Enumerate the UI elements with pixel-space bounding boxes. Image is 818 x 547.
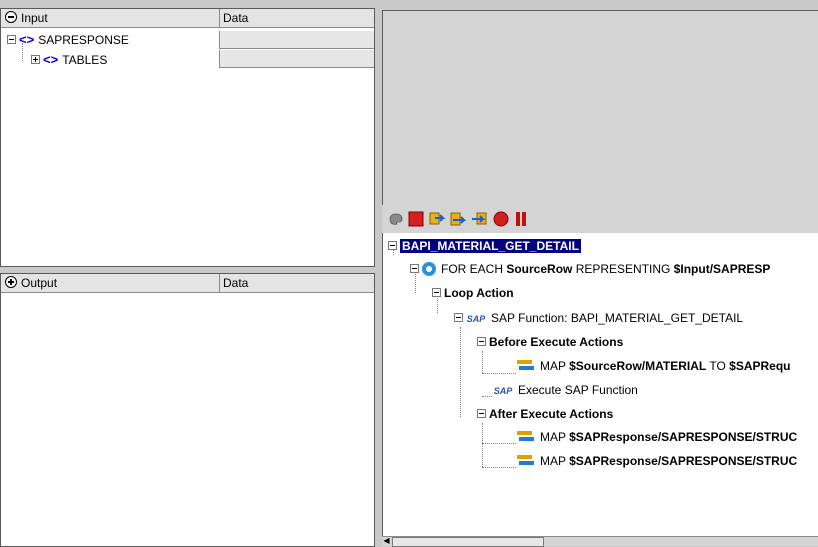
output-column-header[interactable]: Output: [5, 274, 205, 292]
expand-toggle-icon[interactable]: [31, 55, 40, 64]
output-data-column-header[interactable]: Data: [219, 274, 374, 292]
scroll-left-icon[interactable]: ◀: [382, 537, 391, 545]
flow-root[interactable]: BAPI_MATERIAL_GET_DETAIL: [388, 237, 581, 255]
stop-icon[interactable]: [408, 211, 424, 227]
flow-execute-sap[interactable]: SAP Execute SAP Function: [493, 381, 638, 399]
flow-after-execute[interactable]: After Execute Actions: [477, 405, 613, 423]
input-data-column-header[interactable]: Data: [219, 9, 374, 27]
tree-node-tables[interactable]: <> TABLES: [31, 51, 107, 69]
flow-map-material[interactable]: MAP $SourceRow/MATERIAL TO $SAPRequ: [517, 357, 791, 375]
tree-line: [482, 396, 492, 397]
flow-sap-function[interactable]: SAP SAP Function: BAPI_MATERIAL_GET_DETAI…: [454, 309, 743, 327]
collapse-toggle-icon[interactable]: [477, 337, 486, 346]
output-table-header: Output Data: [1, 274, 374, 293]
tree-node-sapresponse[interactable]: <> SAPRESPONSE: [7, 31, 129, 49]
collapse-toggle-icon[interactable]: [7, 35, 16, 44]
canvas-panel: [382, 10, 818, 206]
collapse-toggle-icon[interactable]: [454, 313, 463, 322]
map-icon: [517, 430, 535, 442]
step-into-icon[interactable]: [429, 211, 445, 227]
tree-line: [482, 423, 483, 467]
flow-foreach[interactable]: FOR EACH SourceRow REPRESENTING $Input/S…: [410, 260, 770, 278]
data-cell[interactable]: [219, 50, 374, 68]
step-out-icon[interactable]: [471, 211, 487, 227]
loop-icon: [422, 262, 436, 276]
element-brackets-icon: <>: [43, 52, 59, 67]
tree-line: [482, 351, 483, 373]
expand-circle-icon[interactable]: [5, 276, 17, 288]
tree-line: [460, 327, 461, 417]
record-icon[interactable]: [493, 211, 509, 227]
selected-node-label: BAPI_MATERIAL_GET_DETAIL: [400, 239, 581, 253]
sap-function-icon: SAP: [466, 314, 486, 324]
collapse-toggle-icon[interactable]: [477, 409, 486, 418]
palette-icon[interactable]: [388, 211, 404, 227]
output-pane: Output Data: [0, 273, 375, 547]
execute-sap-icon: SAP: [493, 386, 513, 396]
collapse-toggle-icon[interactable]: [388, 241, 397, 250]
step-over-icon[interactable]: [450, 211, 466, 227]
flow-map-response-2[interactable]: MAP $SAPResponse/SAPRESPONSE/STRUC: [517, 452, 797, 470]
flow-loop-action[interactable]: Loop Action: [432, 284, 514, 302]
tree-line: [482, 443, 516, 444]
input-table-header: Input Data: [1, 9, 374, 28]
collapse-circle-icon[interactable]: [5, 11, 17, 23]
tree-line: [22, 43, 23, 61]
tree-line: [482, 467, 516, 468]
debug-toolbar: [382, 205, 818, 233]
collapse-toggle-icon[interactable]: [432, 288, 441, 297]
data-cell[interactable]: [219, 31, 374, 49]
collapse-toggle-icon[interactable]: [410, 264, 419, 273]
pause-icon[interactable]: [513, 211, 529, 227]
map-icon: [517, 359, 535, 371]
flow-before-execute[interactable]: Before Execute Actions: [477, 333, 623, 351]
tree-line: [482, 373, 516, 374]
input-pane: Input Data <> SAPRESPONSE <> TABLES: [0, 8, 375, 267]
input-column-header[interactable]: Input: [5, 9, 205, 27]
map-icon: [517, 454, 535, 466]
flow-tree-pane: BAPI_MATERIAL_GET_DETAIL FOR EACH Source…: [382, 233, 818, 545]
flow-map-response-1[interactable]: MAP $SAPResponse/SAPRESPONSE/STRUC: [517, 428, 797, 446]
scroll-thumb[interactable]: [392, 537, 544, 547]
